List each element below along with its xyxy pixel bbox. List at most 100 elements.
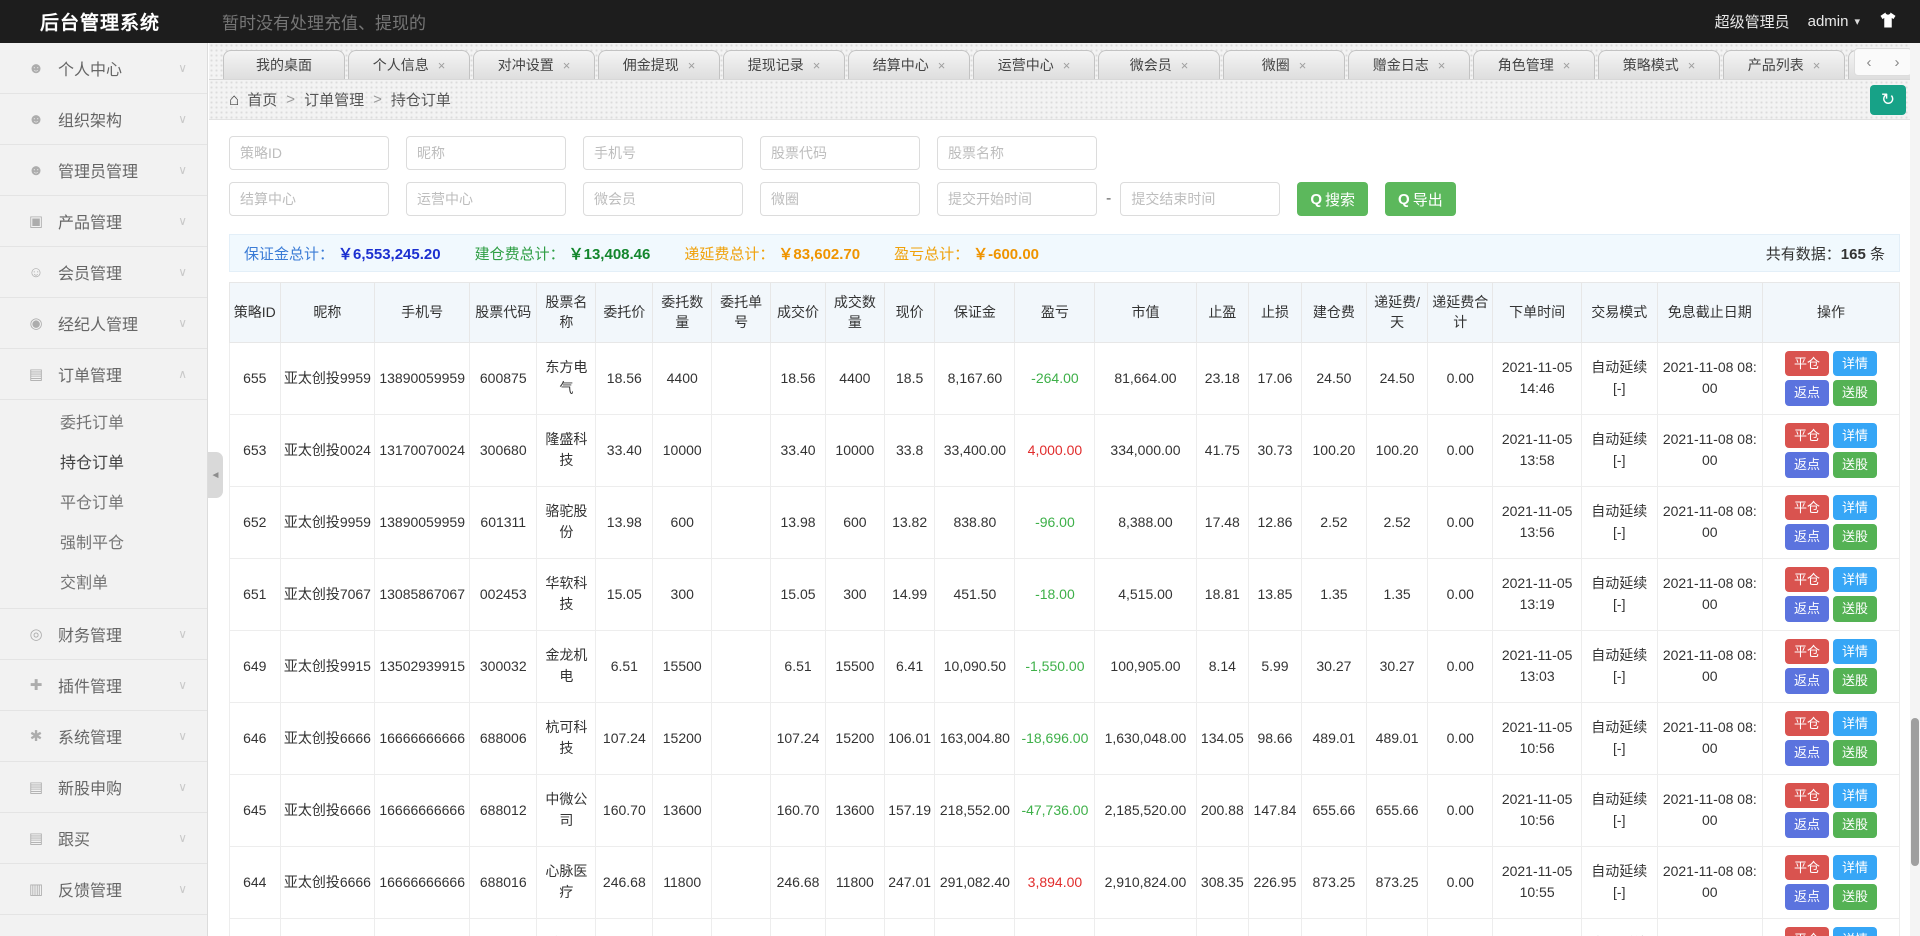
scrollbar-thumb[interactable] bbox=[1911, 718, 1919, 866]
close-icon[interactable]: × bbox=[1688, 58, 1696, 73]
平仓-button[interactable]: 平仓 bbox=[1785, 639, 1829, 665]
close-icon[interactable]: × bbox=[1438, 58, 1446, 73]
平仓-button[interactable]: 平仓 bbox=[1785, 423, 1829, 449]
sidebar-item-5[interactable]: ☺会员管理∨ bbox=[0, 247, 207, 298]
sidebar-item-3[interactable]: ☻管理员管理∨ bbox=[0, 145, 207, 196]
送股-button[interactable]: 送股 bbox=[1833, 884, 1877, 910]
sidebar-item-11[interactable]: ▤新股申购∨ bbox=[0, 762, 207, 813]
送股-button[interactable]: 送股 bbox=[1833, 452, 1877, 478]
filter-input-股票代码[interactable] bbox=[760, 136, 920, 170]
sidebar-subitem-平仓订单[interactable]: 平仓订单 bbox=[0, 484, 207, 524]
平仓-button[interactable]: 平仓 bbox=[1785, 783, 1829, 809]
tab-策略模式[interactable]: 策略模式× bbox=[1598, 50, 1720, 79]
返点-button[interactable]: 返点 bbox=[1785, 596, 1829, 622]
filter-input-start-date[interactable] bbox=[937, 182, 1097, 216]
sidebar-item-8[interactable]: ◎财务管理∨ bbox=[0, 609, 207, 660]
返点-button[interactable]: 返点 bbox=[1785, 884, 1829, 910]
tab-提现记录[interactable]: 提现记录× bbox=[723, 50, 845, 79]
filter-input-end-date[interactable] bbox=[1120, 182, 1280, 216]
平仓-button[interactable]: 平仓 bbox=[1785, 927, 1829, 936]
sidebar-item-2[interactable]: ☻组织架构∨ bbox=[0, 94, 207, 145]
sidebar-item-7[interactable]: ▤订单管理∧ bbox=[0, 349, 207, 400]
详情-button[interactable]: 详情 bbox=[1833, 567, 1877, 593]
close-icon[interactable]: × bbox=[813, 58, 821, 73]
tab-微圈[interactable]: 微圈× bbox=[1223, 50, 1345, 79]
返点-button[interactable]: 返点 bbox=[1785, 668, 1829, 694]
sidebar-subitem-强制平仓[interactable]: 强制平仓 bbox=[0, 524, 207, 564]
topbar-notice: 暂时没有处理充值、提现的 bbox=[222, 9, 426, 34]
vertical-scrollbar[interactable] bbox=[1910, 43, 1920, 936]
详情-button[interactable]: 详情 bbox=[1833, 855, 1877, 881]
详情-button[interactable]: 详情 bbox=[1833, 711, 1877, 737]
返点-button[interactable]: 返点 bbox=[1785, 740, 1829, 766]
filter-input-结算中心[interactable] bbox=[229, 182, 389, 216]
close-icon[interactable]: × bbox=[1563, 58, 1571, 73]
search-button[interactable]: Q搜索 bbox=[1297, 182, 1368, 216]
详情-button[interactable]: 详情 bbox=[1833, 351, 1877, 377]
filter-input-手机号[interactable] bbox=[583, 136, 743, 170]
返点-button[interactable]: 返点 bbox=[1785, 380, 1829, 406]
sidebar-item-1[interactable]: ☻个人中心∨ bbox=[0, 43, 207, 94]
close-icon[interactable]: × bbox=[688, 58, 696, 73]
tab-角色管理[interactable]: 角色管理× bbox=[1473, 50, 1595, 79]
sidebar-subitem-持仓订单[interactable]: 持仓订单 bbox=[0, 444, 207, 484]
tab-佣金提现[interactable]: 佣金提现× bbox=[598, 50, 720, 79]
平仓-button[interactable]: 平仓 bbox=[1785, 351, 1829, 377]
详情-button[interactable]: 详情 bbox=[1833, 639, 1877, 665]
tab-我的桌面[interactable]: 我的桌面 bbox=[223, 50, 345, 79]
sidebar-item-12[interactable]: ▤跟买∨ bbox=[0, 813, 207, 864]
sidebar-item-4[interactable]: ▣产品管理∨ bbox=[0, 196, 207, 247]
tab-对冲设置[interactable]: 对冲设置× bbox=[473, 50, 595, 79]
filter-input-微会员[interactable] bbox=[583, 182, 743, 216]
close-icon[interactable]: × bbox=[1063, 58, 1071, 73]
送股-button[interactable]: 送股 bbox=[1833, 524, 1877, 550]
返点-button[interactable]: 返点 bbox=[1785, 452, 1829, 478]
close-icon[interactable]: × bbox=[1813, 58, 1821, 73]
close-icon[interactable]: × bbox=[438, 58, 446, 73]
平仓-button[interactable]: 平仓 bbox=[1785, 495, 1829, 521]
tab-个人信息[interactable]: 个人信息× bbox=[348, 50, 470, 79]
tab-产品列表[interactable]: 产品列表× bbox=[1723, 50, 1845, 79]
tab-prev-icon[interactable]: ‹ bbox=[1857, 51, 1881, 73]
返点-button[interactable]: 返点 bbox=[1785, 812, 1829, 838]
tab-结算中心[interactable]: 结算中心× bbox=[848, 50, 970, 79]
送股-button[interactable]: 送股 bbox=[1833, 380, 1877, 406]
filter-input-微圈[interactable] bbox=[760, 182, 920, 216]
sidebar-item-9[interactable]: ✚插件管理∨ bbox=[0, 660, 207, 711]
sidebar-item-10[interactable]: ✱系统管理∨ bbox=[0, 711, 207, 762]
返点-button[interactable]: 返点 bbox=[1785, 524, 1829, 550]
送股-button[interactable]: 送股 bbox=[1833, 812, 1877, 838]
theme-shirt-icon[interactable] bbox=[1878, 10, 1898, 34]
详情-button[interactable]: 详情 bbox=[1833, 927, 1877, 936]
close-icon[interactable]: × bbox=[1299, 58, 1307, 73]
tab-next-icon[interactable]: › bbox=[1885, 51, 1909, 73]
sidebar-subitem-委托订单[interactable]: 委托订单 bbox=[0, 404, 207, 444]
filter-input-股票名称[interactable] bbox=[937, 136, 1097, 170]
平仓-button[interactable]: 平仓 bbox=[1785, 711, 1829, 737]
tab-赠金日志[interactable]: 赠金日志× bbox=[1348, 50, 1470, 79]
user-menu[interactable]: admin ▾ bbox=[1808, 13, 1860, 30]
close-icon[interactable]: × bbox=[938, 58, 946, 73]
送股-button[interactable]: 送股 bbox=[1833, 668, 1877, 694]
sidebar-item-6[interactable]: ◉经纪人管理∨ bbox=[0, 298, 207, 349]
送股-button[interactable]: 送股 bbox=[1833, 740, 1877, 766]
close-icon[interactable]: × bbox=[1181, 58, 1189, 73]
送股-button[interactable]: 送股 bbox=[1833, 596, 1877, 622]
breadcrumb-order[interactable]: 订单管理 bbox=[304, 89, 364, 110]
sidebar-item-13[interactable]: ▥反馈管理∨ bbox=[0, 864, 207, 915]
tab-运营中心[interactable]: 运营中心× bbox=[973, 50, 1095, 79]
详情-button[interactable]: 详情 bbox=[1833, 783, 1877, 809]
平仓-button[interactable]: 平仓 bbox=[1785, 855, 1829, 881]
tab-微会员[interactable]: 微会员× bbox=[1098, 50, 1220, 79]
filter-input-策略ID[interactable] bbox=[229, 136, 389, 170]
refresh-button[interactable]: ↻ bbox=[1870, 85, 1906, 115]
sidebar-subitem-交割单[interactable]: 交割单 bbox=[0, 564, 207, 604]
平仓-button[interactable]: 平仓 bbox=[1785, 567, 1829, 593]
详情-button[interactable]: 详情 bbox=[1833, 495, 1877, 521]
export-button[interactable]: Q导出 bbox=[1385, 182, 1456, 216]
breadcrumb-home[interactable]: 首页 bbox=[247, 89, 277, 110]
filter-input-运营中心[interactable] bbox=[406, 182, 566, 216]
close-icon[interactable]: × bbox=[563, 58, 571, 73]
详情-button[interactable]: 详情 bbox=[1833, 423, 1877, 449]
filter-input-昵称[interactable] bbox=[406, 136, 566, 170]
